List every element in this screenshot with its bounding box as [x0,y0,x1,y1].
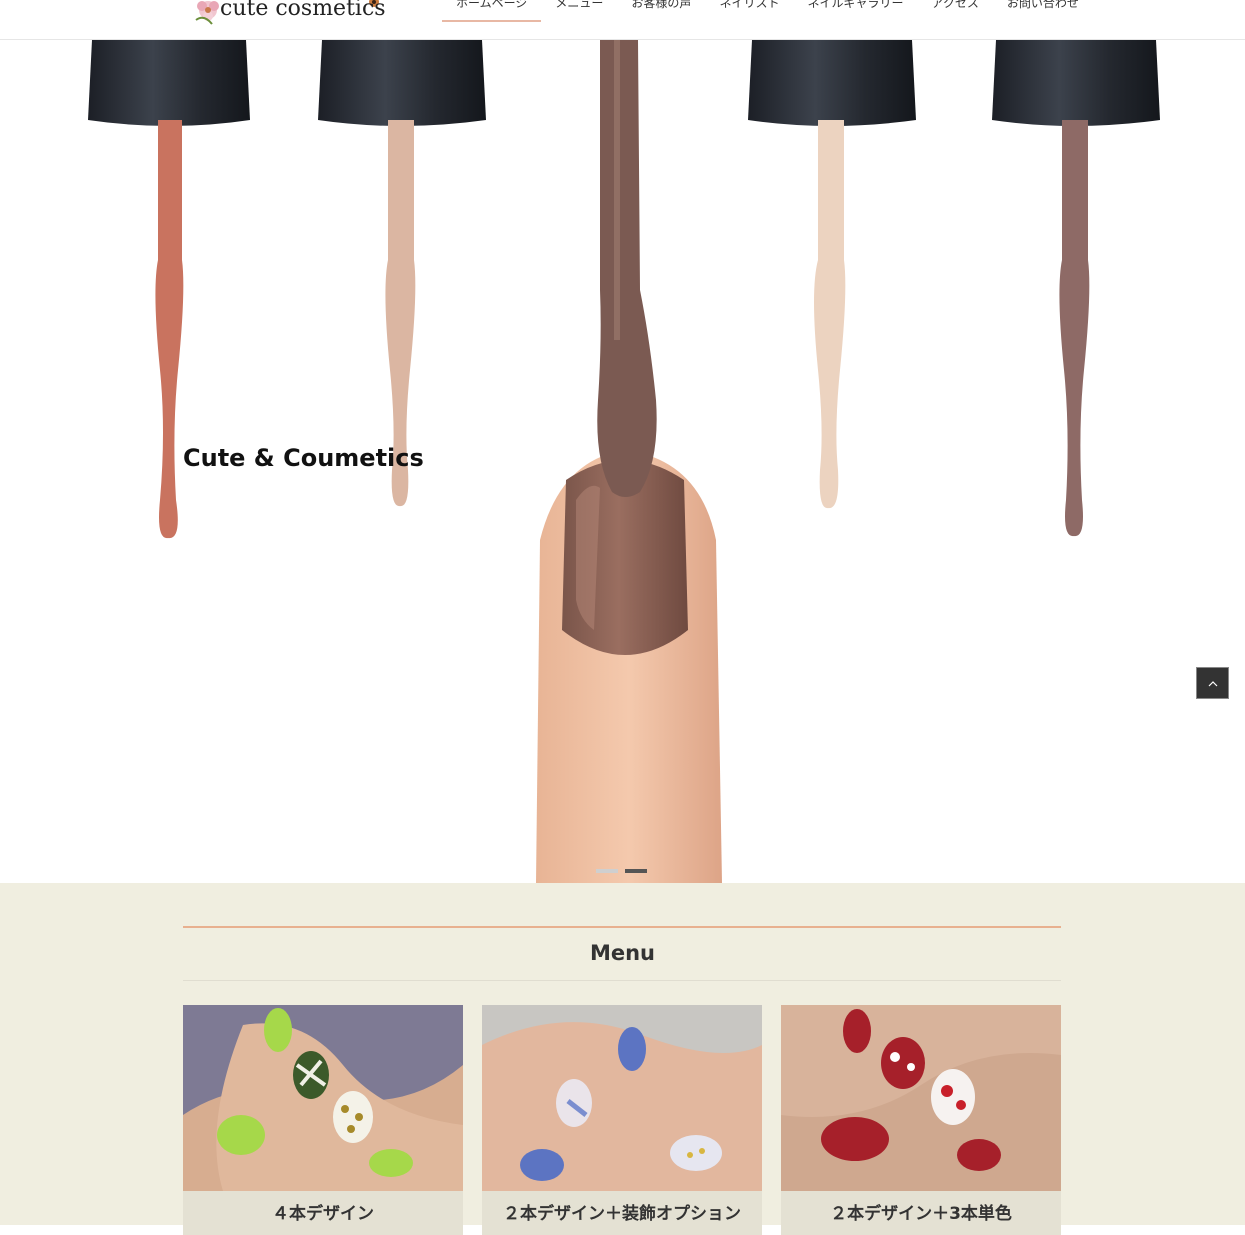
chevron-up-icon [1208,681,1218,687]
nav-item-voices[interactable]: お客様の声 [617,0,705,20]
section-divider-top [183,926,1061,928]
section-title: Menu [589,941,656,965]
nail-art-photo-red [781,1005,1061,1191]
nav-item-contact[interactable]: お問い合わせ [993,0,1093,20]
nail-art-photo-blue [482,1005,762,1191]
slider-dot-1[interactable] [596,869,618,873]
menu-card-two-designs-three-solid[interactable]: ２本デザイン＋3本単色 [781,1005,1061,1235]
menu-card-image [482,1005,762,1191]
slider-dot-2[interactable] [625,869,647,873]
menu-card-title: ４本デザイン [272,1204,374,1224]
nav-item-gallery[interactable]: ネイルギャラリー [793,0,917,20]
menu-card-image [781,1005,1061,1191]
site-logo-text[interactable]: cute cosmetics [220,0,386,21]
nav-item-menu[interactable]: メニュー [541,0,617,20]
menu-section: Menu ４本デザイン ２本デザイン＋装飾オプション ２本デザイン＋3本単色 [0,883,1245,1235]
slider-pagination [596,869,647,873]
nav-item-nailist[interactable]: ネイリスト [705,0,793,20]
site-header: cute cosmetics ホームページ メニュー お客様の声 ネイリスト ネ… [0,0,1245,40]
nail-art-photo-green [183,1005,463,1191]
menu-card-four-designs[interactable]: ４本デザイン [183,1005,463,1235]
menu-card-title: ２本デザイン＋3本単色 [830,1204,1012,1224]
nav-item-access[interactable]: アクセス [917,0,992,20]
main-nav: ホームページ メニュー お客様の声 ネイリスト ネイルギャラリー アクセス お問… [442,0,1093,22]
menu-card-image [183,1005,463,1191]
hero-caption: Cute & Coumetics [183,444,424,472]
section-divider-bottom [183,980,1061,981]
back-to-top-button[interactable] [1196,667,1229,699]
menu-card-two-designs-decoration[interactable]: ２本デザイン＋装飾オプション [482,1005,762,1235]
nav-item-home[interactable]: ホームページ [442,0,542,22]
menu-card-title: ２本デザイン＋装飾オプション [503,1204,741,1224]
hero-slider: Cute & Coumetics [0,40,1245,883]
